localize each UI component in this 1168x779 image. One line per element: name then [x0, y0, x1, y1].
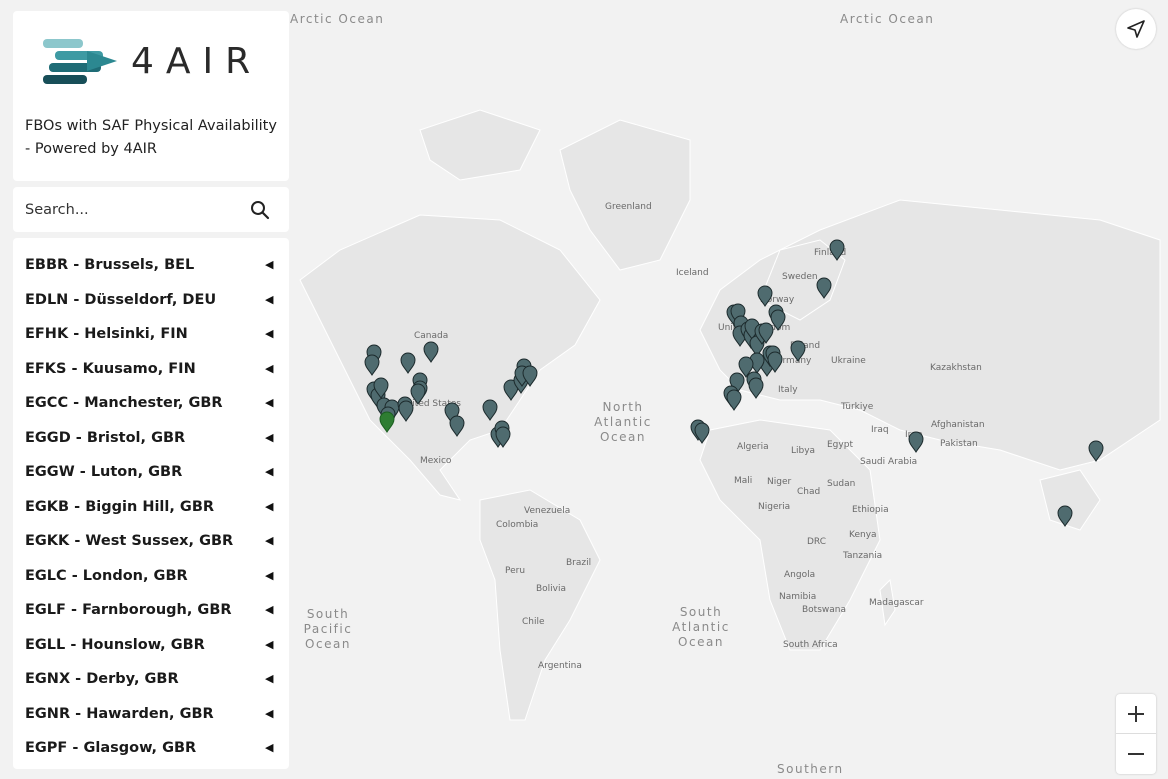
map-pin-icon[interactable]: [908, 431, 924, 453]
page-title: FBOs with SAF Physical Availability - Po…: [25, 118, 277, 157]
triangle-left-icon: ◀: [265, 707, 274, 720]
search-bar: [13, 187, 289, 232]
airport-label: EFHK - Helsinki, FIN: [25, 326, 188, 342]
location-arrow-icon: [1127, 20, 1145, 38]
map-pin-icon[interactable]: [398, 400, 414, 422]
airport-label: EGKB - Biggin Hill, GBR: [25, 498, 215, 515]
triangle-left-icon: ◀: [265, 293, 274, 306]
minus-icon: [1128, 753, 1144, 755]
map-pin-icon[interactable]: [748, 377, 764, 399]
zoom-in-button[interactable]: [1116, 694, 1156, 734]
map-pin-icon[interactable]: [757, 285, 773, 307]
airport-label: EGGD - Bristol, GBR: [25, 429, 186, 446]
plus-icon: [1128, 706, 1144, 722]
map-pin-icon[interactable]: [1057, 505, 1073, 527]
zoom-out-button[interactable]: [1116, 734, 1156, 774]
triangle-left-icon: ◀: [265, 569, 274, 582]
map-pin-icon[interactable]: [423, 341, 439, 363]
map-pin-icon[interactable]: [449, 415, 465, 437]
airport-list: EBBR - Brussels, BEL ◀ EDLN - Düsseldorf,…: [13, 238, 289, 769]
airport-label: EGLL - Hounslow, GBR: [25, 636, 205, 653]
map-pin-icon[interactable]: [410, 383, 426, 405]
map-pin-icon[interactable]: [726, 389, 742, 411]
triangle-left-icon: ◀: [265, 259, 274, 271]
triangle-left-icon: ◀: [265, 604, 274, 616]
locate-button[interactable]: [1116, 9, 1156, 49]
airport-list-item[interactable]: EGLC - London, GBR ◀: [13, 560, 289, 595]
triangle-left-icon: ◀: [265, 500, 274, 513]
airport-label: EGLF - Farnborough, GBR: [25, 602, 232, 618]
map-pin-icon[interactable]: [790, 340, 806, 362]
airport-label: EGKK - West Sussex, GBR: [25, 533, 234, 549]
triangle-left-icon: ◀: [265, 466, 274, 478]
map-pin-icon[interactable]: [364, 354, 380, 376]
airport-list-item[interactable]: EGGD - Bristol, GBR ◀: [13, 422, 289, 457]
triangle-left-icon: ◀: [265, 397, 274, 409]
airport-list-item[interactable]: EDLN - Düsseldorf, DEU ◀: [13, 284, 289, 319]
airport-list-item[interactable]: EGKK - West Sussex, GBR ◀: [13, 525, 289, 560]
airport-list-item[interactable]: EGNR - Hawarden, GBR ◀: [13, 698, 289, 733]
airport-list-item[interactable]: EFKS - Kuusamo, FIN ◀: [13, 353, 289, 388]
airport-label: EGCC - Manchester, GBR: [25, 395, 223, 411]
logo-wordmark: 4AIR: [131, 41, 263, 82]
map-pin-icon[interactable]: [400, 352, 416, 374]
header-panel: 4AIR FBOs with SAF Physical Availability…: [13, 11, 289, 181]
map-pin-icon[interactable]: [816, 277, 832, 299]
triangle-left-icon: ◀: [265, 362, 274, 375]
airport-label: EGLC - London, GBR: [25, 567, 188, 584]
triangle-left-icon: ◀: [265, 328, 274, 340]
triangle-left-icon: ◀: [265, 742, 274, 754]
airport-list-item[interactable]: EGLF - Farnborough, GBR ◀: [13, 594, 289, 629]
triangle-left-icon: ◀: [265, 638, 274, 651]
airport-list-item[interactable]: EBBR - Brussels, BEL ◀: [13, 249, 289, 284]
map-pin-icon[interactable]: [482, 399, 498, 421]
airport-list-item[interactable]: EGLL - Hounslow, GBR ◀: [13, 629, 289, 664]
airport-list-item[interactable]: EGPF - Glasgow, GBR ◀: [13, 732, 289, 767]
airport-label: EGPF - Glasgow, GBR: [25, 740, 197, 756]
search-input[interactable]: [13, 187, 233, 232]
zoom-controls: [1116, 694, 1156, 774]
airport-label: EGGW - Luton, GBR: [25, 464, 183, 480]
map-pin-icon[interactable]: [379, 411, 395, 433]
triangle-left-icon: ◀: [265, 431, 274, 444]
airport-list-item[interactable]: EGNX - Derby, GBR ◀: [13, 663, 289, 698]
airport-label: EGNX - Derby, GBR: [25, 671, 179, 687]
airport-list-item[interactable]: EFHK - Helsinki, FIN ◀: [13, 318, 289, 353]
airport-list-item[interactable]: EGKB - Biggin Hill, GBR ◀: [13, 491, 289, 526]
airport-list-item[interactable]: EGGW - Luton, GBR ◀: [13, 456, 289, 491]
triangle-left-icon: ◀: [265, 673, 274, 685]
map-pin-icon[interactable]: [1088, 440, 1104, 462]
airport-label: EDLN - Düsseldorf, DEU: [25, 291, 217, 308]
airport-list-item[interactable]: EGCC - Manchester, GBR ◀: [13, 387, 289, 422]
map-pin-icon[interactable]: [770, 309, 786, 331]
map-pin-icon[interactable]: [829, 239, 845, 261]
airport-label: EFKS - Kuusamo, FIN: [25, 360, 196, 377]
map-pin-icon[interactable]: [694, 422, 710, 444]
search-icon[interactable]: [249, 199, 271, 221]
airport-label: EBBR - Brussels, BEL: [25, 257, 195, 273]
triangle-left-icon: ◀: [265, 535, 274, 547]
airport-label: EGNR - Hawarden, GBR: [25, 705, 214, 722]
